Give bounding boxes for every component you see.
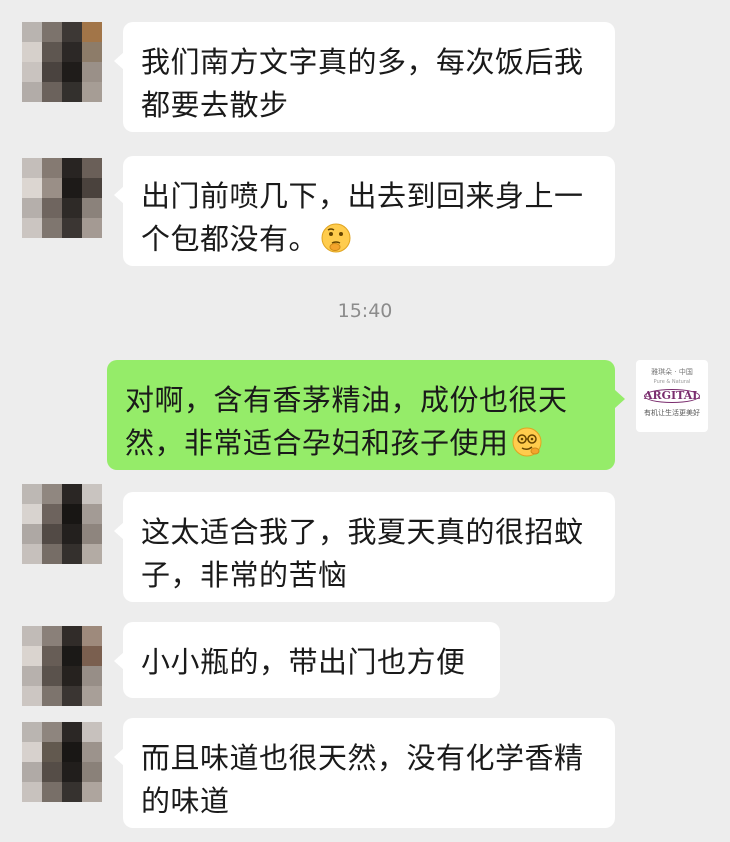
nerd-face-emoji-icon (512, 427, 542, 457)
brand-slogan: 有机让生活更美好 (644, 409, 700, 417)
message-bubble[interactable]: 我们南方文字真的多，每次饭后我都要去散步 (114, 22, 615, 132)
contact-avatar[interactable] (22, 484, 102, 564)
brand-sub-text: Pure & Natural (653, 379, 691, 385)
contact-avatar[interactable] (22, 22, 102, 102)
argital-logo: ARGITAL (640, 387, 704, 405)
message-bubble[interactable]: 出门前喷几下，出去到回来身上一个包都没有。 (114, 156, 615, 266)
message-text: 这太适合我了，我夏天真的很招蚊子，非常的苦恼 (141, 515, 584, 592)
contact-avatar[interactable] (22, 158, 102, 238)
message-text: 我们南方文字真的多，每次饭后我都要去散步 (141, 45, 584, 122)
message-bubble[interactable]: 小小瓶的，带出门也方便 (114, 622, 500, 698)
message-bubble[interactable]: 这太适合我了，我夏天真的很招蚊子，非常的苦恼 (114, 492, 615, 602)
thinking-face-emoji-icon (321, 223, 351, 253)
message-text: 而且味道也很天然，没有化学香精的味道 (141, 741, 584, 818)
brand-top-text: 雅琪朵 · 中国 (651, 368, 693, 376)
message-bubble[interactable]: 而且味道也很天然，没有化学香精的味道 (114, 718, 615, 828)
message-text: 出门前喷几下，出去到回来身上一个包都没有。 (141, 179, 584, 256)
brand-avatar[interactable]: 雅琪朵 · 中国 Pure & Natural ARGITAL 有机让生活更美好 (636, 360, 708, 432)
contact-avatar[interactable] (22, 626, 102, 706)
chat-window: 我们南方文字真的多，每次饭后我都要去散步 出门前喷几下，出去到回来身上一个包都没… (0, 0, 730, 842)
message-timestamp: 15:40 (337, 300, 393, 322)
message-bubble-outgoing[interactable]: 对啊，含有香茅精油，成份也很天然，非常适合孕妇和孩子使用 (107, 360, 625, 470)
message-text: 对啊，含有香茅精油，成份也很天然，非常适合孕妇和孩子使用 (125, 383, 568, 460)
contact-avatar[interactable] (22, 722, 102, 802)
message-text: 小小瓶的，带出门也方便 (141, 645, 466, 679)
